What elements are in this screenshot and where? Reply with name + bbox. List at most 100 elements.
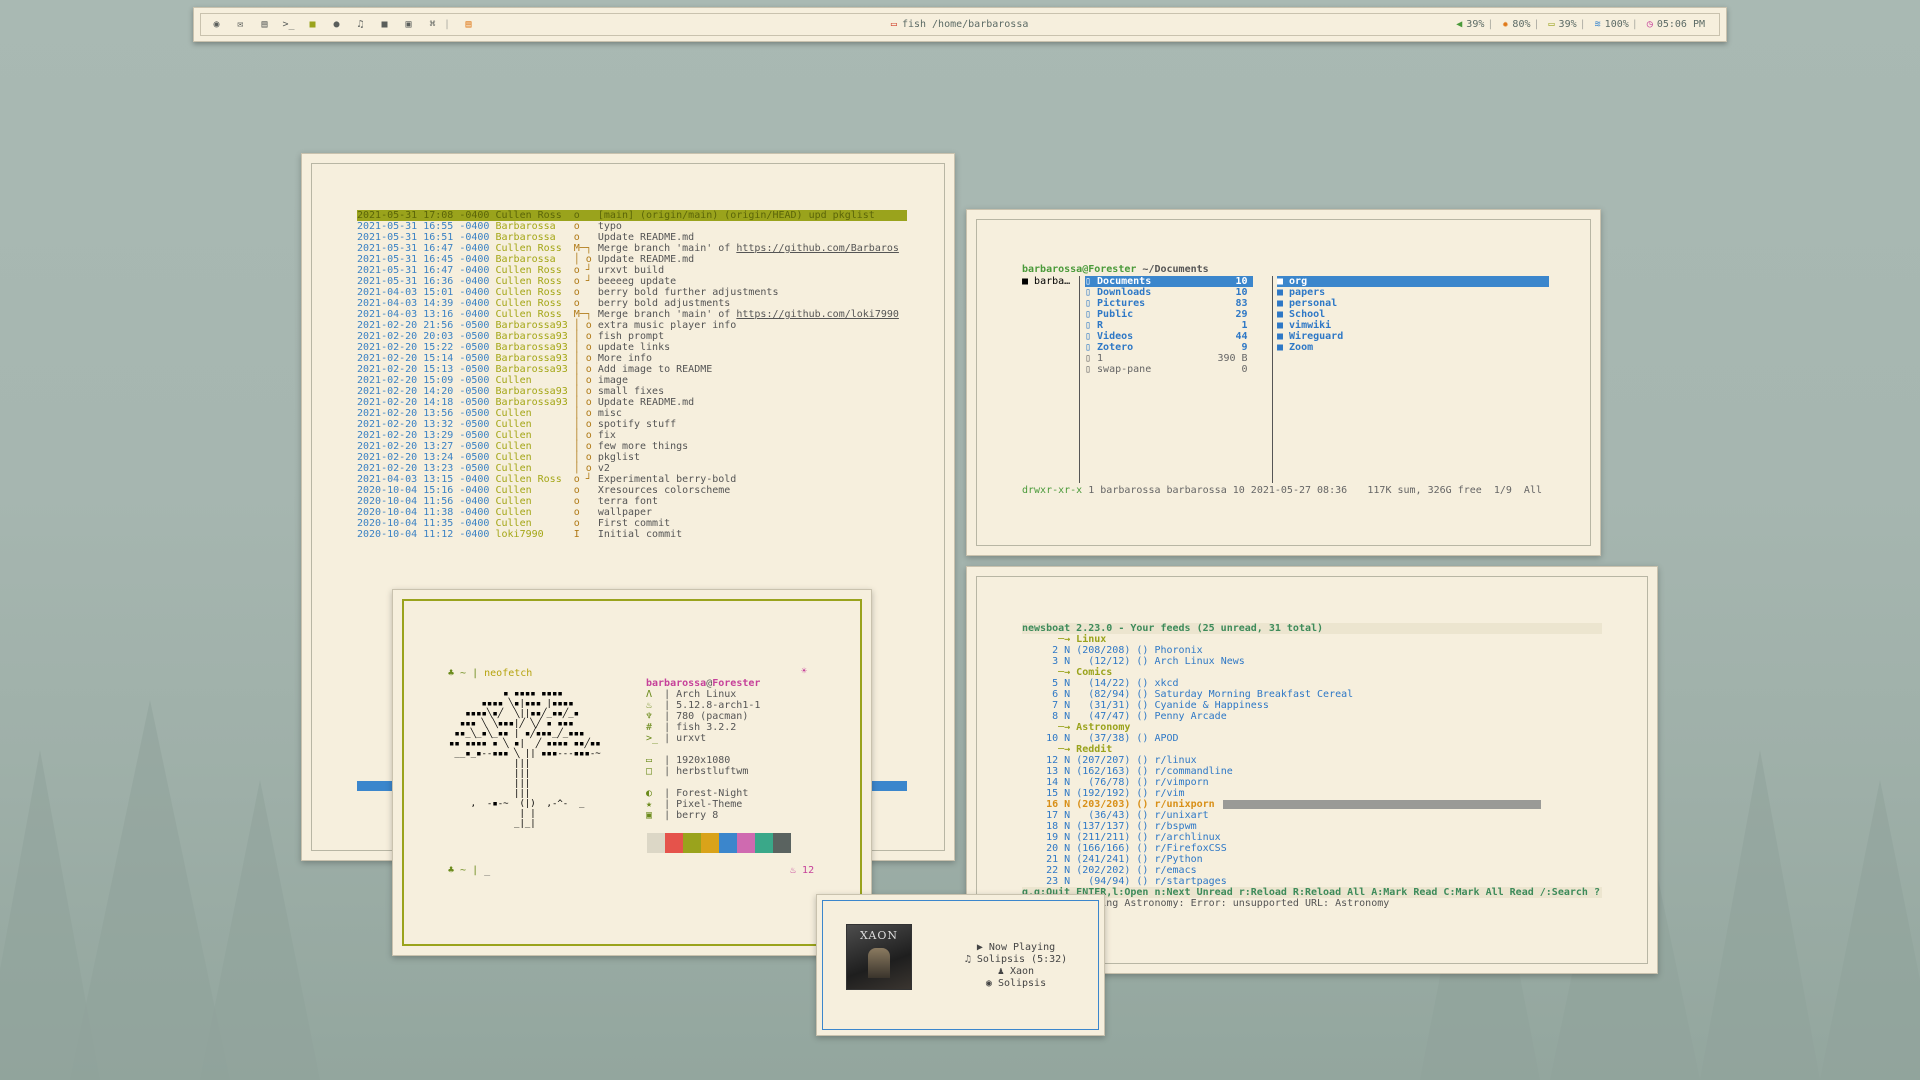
- feed-row[interactable]: 7 N (31/31) () Cyanide & Happiness: [1022, 700, 1602, 711]
- document-icon[interactable]: ▤: [256, 18, 273, 32]
- commit-row[interactable]: 2021-04-03 13:16 -0400 Cullen Ross M─┐ M…: [357, 309, 907, 320]
- commit-author: Cullen Ross: [495, 210, 574, 221]
- file-row[interactable]: ▯ swap-pane 0: [1085, 364, 1253, 375]
- commit-row[interactable]: 2021-04-03 14:39 -0400 Cullen Ross o ber…: [357, 298, 907, 309]
- commit-row[interactable]: 2021-02-20 20:03 -0500 Barbarossa93 │ o …: [357, 331, 907, 342]
- file-row[interactable]: ▯ Zotero 9: [1085, 342, 1253, 353]
- feed-row[interactable]: 21 N (241/241) () r/Python: [1022, 854, 1602, 865]
- commit-row[interactable]: 2020-10-04 11:38 -0400 Cullen o wallpape…: [357, 507, 907, 518]
- file-row[interactable]: ▯ 1 390 B: [1085, 353, 1253, 364]
- feed-row[interactable]: 16 N (203/203) () r/unixporn: [1022, 799, 1602, 810]
- commit-row[interactable]: 2020-10-04 15:16 -0400 Cullen o Xresourc…: [357, 485, 907, 496]
- feed-row[interactable]: 2 N (208/208) () Phoronix: [1022, 645, 1602, 656]
- album-name: ◉ Solipsis: [985, 978, 1047, 989]
- commit-row[interactable]: 2021-05-31 16:36 -0400 Cullen Ross o ┘ b…: [357, 276, 907, 287]
- commit-row[interactable]: 2021-05-31 16:47 -0400 Cullen Ross M─┐ M…: [357, 243, 907, 254]
- commit-row[interactable]: 2021-02-20 15:14 -0500 Barbarossa93 │ o …: [357, 353, 907, 364]
- file-row[interactable]: ▯ Downloads 10: [1085, 287, 1253, 298]
- commit-row[interactable]: 2020-10-04 11:35 -0400 Cullen o First co…: [357, 518, 907, 529]
- feed-row[interactable]: 17 N (36/43) () r/unixart: [1022, 810, 1602, 821]
- commit-row[interactable]: 2021-04-03 15:01 -0400 Cullen Ross o ber…: [357, 287, 907, 298]
- image-icon[interactable]: ▣: [400, 18, 417, 32]
- feed-row[interactable]: 6 N (82/94) () Saturday Morning Breakfas…: [1022, 689, 1602, 700]
- info-row: Λ | Arch Linux: [646, 689, 760, 700]
- preview-item[interactable]: ■ vimwiki: [1277, 320, 1549, 331]
- commit-row[interactable]: 2021-05-31 16:47 -0400 Cullen Ross o ┘ u…: [357, 265, 907, 276]
- commit-row[interactable]: 2021-02-20 13:32 -0500 Cullen │ o spotif…: [357, 419, 907, 430]
- commit-row[interactable]: 2021-02-20 15:13 -0500 Barbarossa93 │ o …: [357, 364, 907, 375]
- commit-row[interactable]: 2021-02-20 15:22 -0500 Barbarossa93 │ o …: [357, 342, 907, 353]
- commit-author: Barbarossa93: [495, 386, 574, 397]
- file-row[interactable]: ▯ Public 29: [1085, 309, 1253, 320]
- commit-row[interactable]: 2021-02-20 14:18 -0500 Barbarossa93 │ o …: [357, 397, 907, 408]
- feed-row[interactable]: 19 N (211/211) () r/archlinux: [1022, 832, 1602, 843]
- feed-row[interactable]: 10 N (37/38) () APOD: [1022, 733, 1602, 744]
- music-player-window[interactable]: XAON ▶ Now Playing ♫ Solipsis (5:32) ♟ X…: [816, 894, 1105, 1036]
- preview-item[interactable]: ■ Wireguard: [1277, 331, 1549, 342]
- feed-title: r/vimporn: [1154, 777, 1209, 788]
- divider: |: [1487, 19, 1494, 30]
- commit-row[interactable]: 2021-05-31 16:51 -0400 Barbarossa o Upda…: [357, 232, 907, 243]
- brightness-status[interactable]: ✹ 80%: [1502, 19, 1530, 30]
- ranger-window[interactable]: barbarossa@Forester ~/Documents ■ barba……: [966, 209, 1601, 556]
- preview-item[interactable]: ■ personal: [1277, 298, 1549, 309]
- battery-status[interactable]: ▭ 39%: [1549, 19, 1577, 30]
- feed-row[interactable]: 15 N (192/192) () r/vim: [1022, 788, 1602, 799]
- file-row[interactable]: ▯ Documents 10: [1085, 276, 1253, 287]
- preview-item[interactable]: ■ org: [1277, 276, 1549, 287]
- calendar-icon[interactable]: ▤: [460, 18, 477, 32]
- feed-row[interactable]: 8 N (47/47) () Penny Arcade: [1022, 711, 1602, 722]
- preview-item[interactable]: ■ papers: [1277, 287, 1549, 298]
- music-icon[interactable]: ♫: [352, 18, 369, 32]
- feed-row[interactable]: 12 N (207/207) () r/linux: [1022, 755, 1602, 766]
- ranger-parent-dir[interactable]: ■ barba…: [1022, 276, 1077, 287]
- feed-number: 18 N: [1022, 821, 1077, 832]
- video-icon[interactable]: ■: [376, 18, 393, 32]
- window-title-text: fish /home/barbarossa: [901, 19, 1029, 30]
- preview-item[interactable]: ■ Zoom: [1277, 342, 1549, 353]
- launcher-icon[interactable]: ◉: [208, 18, 225, 32]
- commit-row[interactable]: 2021-04-03 13:15 -0400 Cullen Ross o ┘ E…: [357, 474, 907, 485]
- commit-row[interactable]: 2021-05-31 17:08 -0400 Cullen Ross o [ma…: [357, 210, 907, 221]
- empty-prompt[interactable]: ♣ ~ | _: [448, 865, 490, 876]
- commit-url[interactable]: https://github.com/Barbaros: [736, 243, 899, 254]
- commit-date: 2021-02-20 13:32 -0500: [357, 419, 496, 430]
- commit-row[interactable]: 2021-02-20 13:29 -0500 Cullen │ o fix: [357, 430, 907, 441]
- chat-icon[interactable]: ●: [328, 18, 345, 32]
- feed-row[interactable]: 3 N (12/12) () Arch Linux News: [1022, 656, 1602, 667]
- file-row[interactable]: ▯ Videos 44: [1085, 331, 1253, 342]
- feed-row[interactable]: 22 N (202/202) () r/emacs: [1022, 865, 1602, 876]
- feed-row[interactable]: 23 N (94/94) () r/startpages: [1022, 876, 1602, 887]
- commit-url[interactable]: https://github.com/loki7990: [736, 309, 899, 320]
- mail-icon[interactable]: ✉: [232, 18, 249, 32]
- wifi-status[interactable]: ≋ 100%: [1595, 19, 1629, 30]
- commit-row[interactable]: 2021-05-31 16:45 -0400 Barbarossa │ o Up…: [357, 254, 907, 265]
- commit-row[interactable]: 2021-05-31 16:55 -0400 Barbarossa o typo: [357, 221, 907, 232]
- commit-row[interactable]: 2021-02-20 13:27 -0500 Cullen │ o few mo…: [357, 441, 907, 452]
- feed-row[interactable]: 5 N (14/22) () xkcd: [1022, 678, 1602, 689]
- feed-row[interactable]: 20 N (166/166) () r/FirefoxCSS: [1022, 843, 1602, 854]
- settings-icon[interactable]: ⌘: [424, 18, 441, 32]
- feed-row[interactable]: 14 N (76/78) () r/vimporn: [1022, 777, 1602, 788]
- commit-row[interactable]: 2021-02-20 21:56 -0500 Barbarossa93 │ o …: [357, 320, 907, 331]
- commit-row[interactable]: 2021-02-20 15:09 -0500 Cullen │ o image: [357, 375, 907, 386]
- commit-row[interactable]: 2021-02-20 13:23 -0500 Cullen │ o v2: [357, 463, 907, 474]
- clock[interactable]: ◷ 05:06 PM: [1647, 19, 1705, 30]
- file-row[interactable]: ▯ Pictures 83: [1085, 298, 1253, 309]
- folder-icon[interactable]: ■: [304, 18, 321, 32]
- file-row[interactable]: ▯ R 1: [1085, 320, 1253, 331]
- feed-row[interactable]: 13 N (162/163) () r/commandline: [1022, 766, 1602, 777]
- terminal-icon[interactable]: >_: [280, 18, 297, 32]
- info-row: # | fish 3.2.2: [646, 722, 760, 733]
- volume-status[interactable]: ◀ 39%: [1456, 19, 1484, 30]
- feed-count: (37/38) (): [1076, 733, 1155, 744]
- neofetch-window[interactable]: ♣ ~ | neofetch ☀ ▪ ▪▪▪▪ ▪▪▪▪ ▪▪▪▪ ╲▪|▪▪▪…: [392, 589, 872, 956]
- commit-row[interactable]: 2020-10-04 11:12 -0400 loki7990 I Initia…: [357, 529, 907, 540]
- commit-row[interactable]: 2021-02-20 13:56 -0500 Cullen │ o misc: [357, 408, 907, 419]
- preview-item[interactable]: ■ School: [1277, 309, 1549, 320]
- commit-row[interactable]: 2020-10-04 11:56 -0400 Cullen o terra fo…: [357, 496, 907, 507]
- commit-row[interactable]: 2021-02-20 13:24 -0500 Cullen │ o pkglis…: [357, 452, 907, 463]
- feed-row[interactable]: 18 N (137/137) () r/bspwm: [1022, 821, 1602, 832]
- feed-title: r/emacs: [1154, 865, 1197, 876]
- commit-row[interactable]: 2021-02-20 14:20 -0500 Barbarossa93 │ o …: [357, 386, 907, 397]
